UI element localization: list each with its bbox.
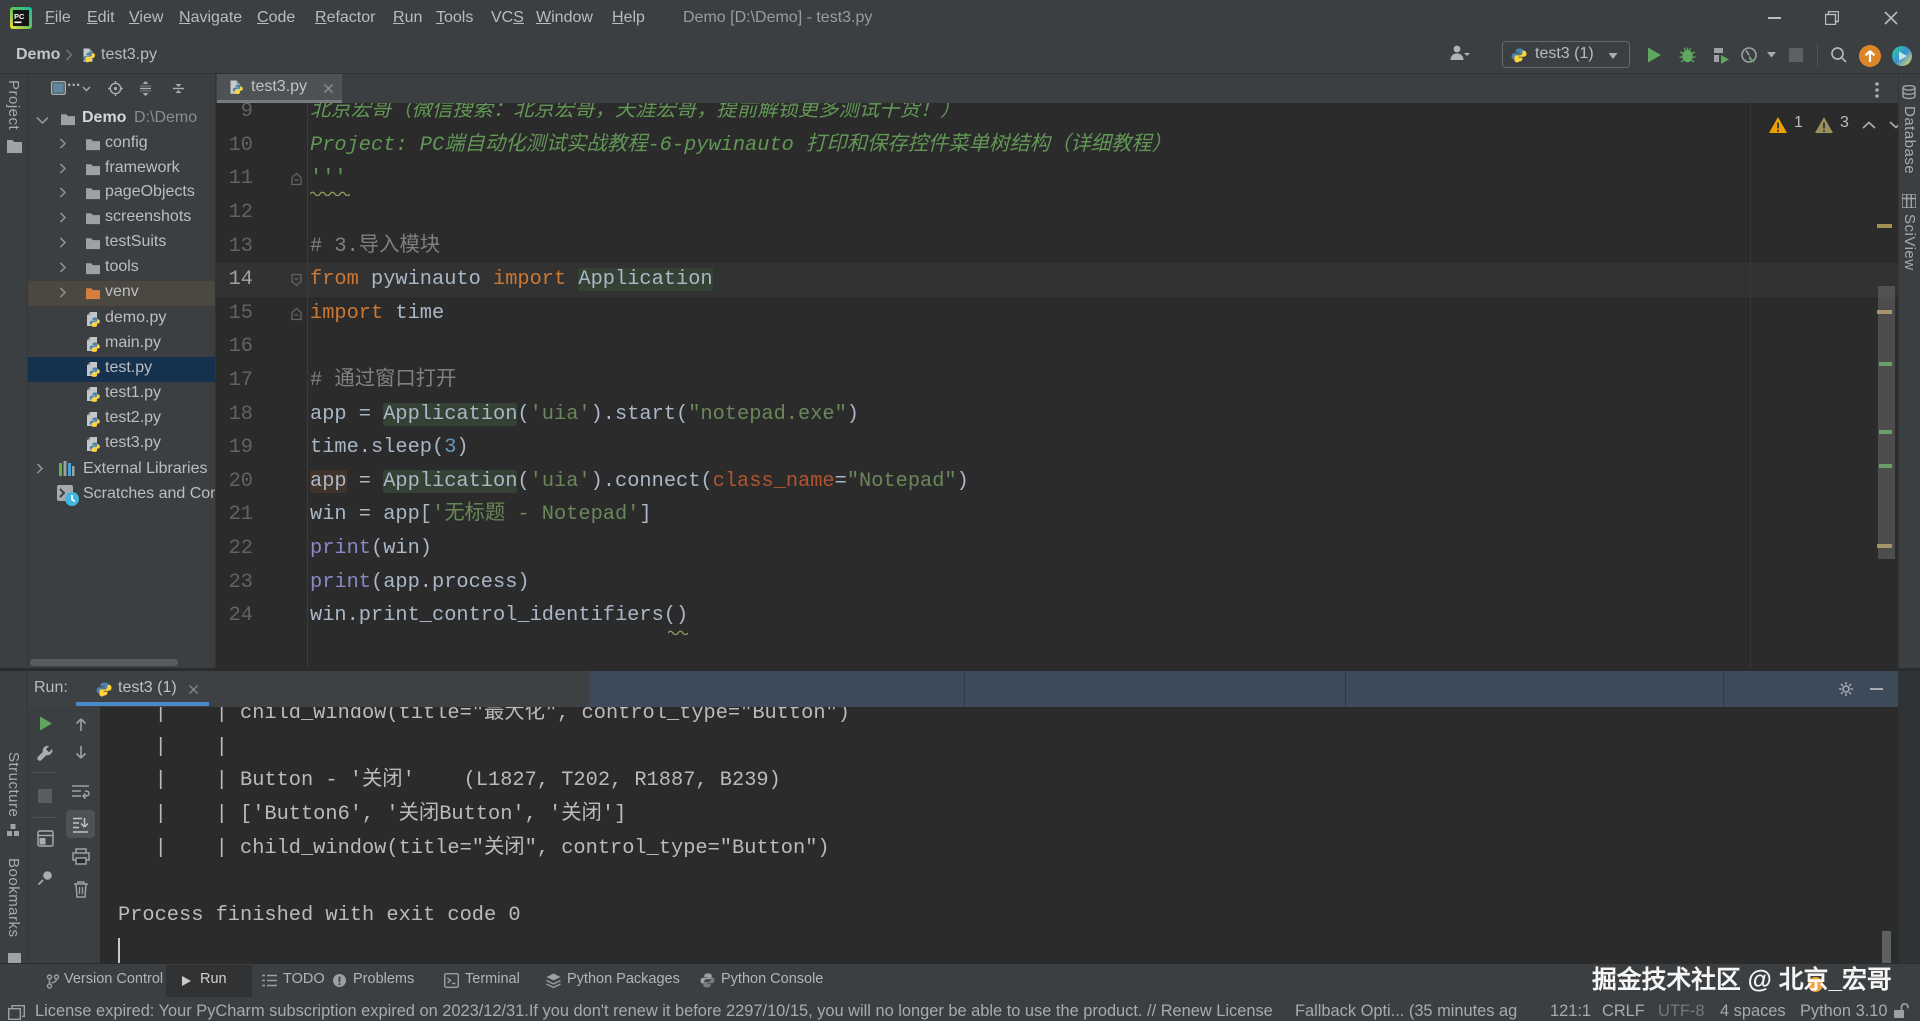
svg-text:PC: PC xyxy=(14,12,25,21)
